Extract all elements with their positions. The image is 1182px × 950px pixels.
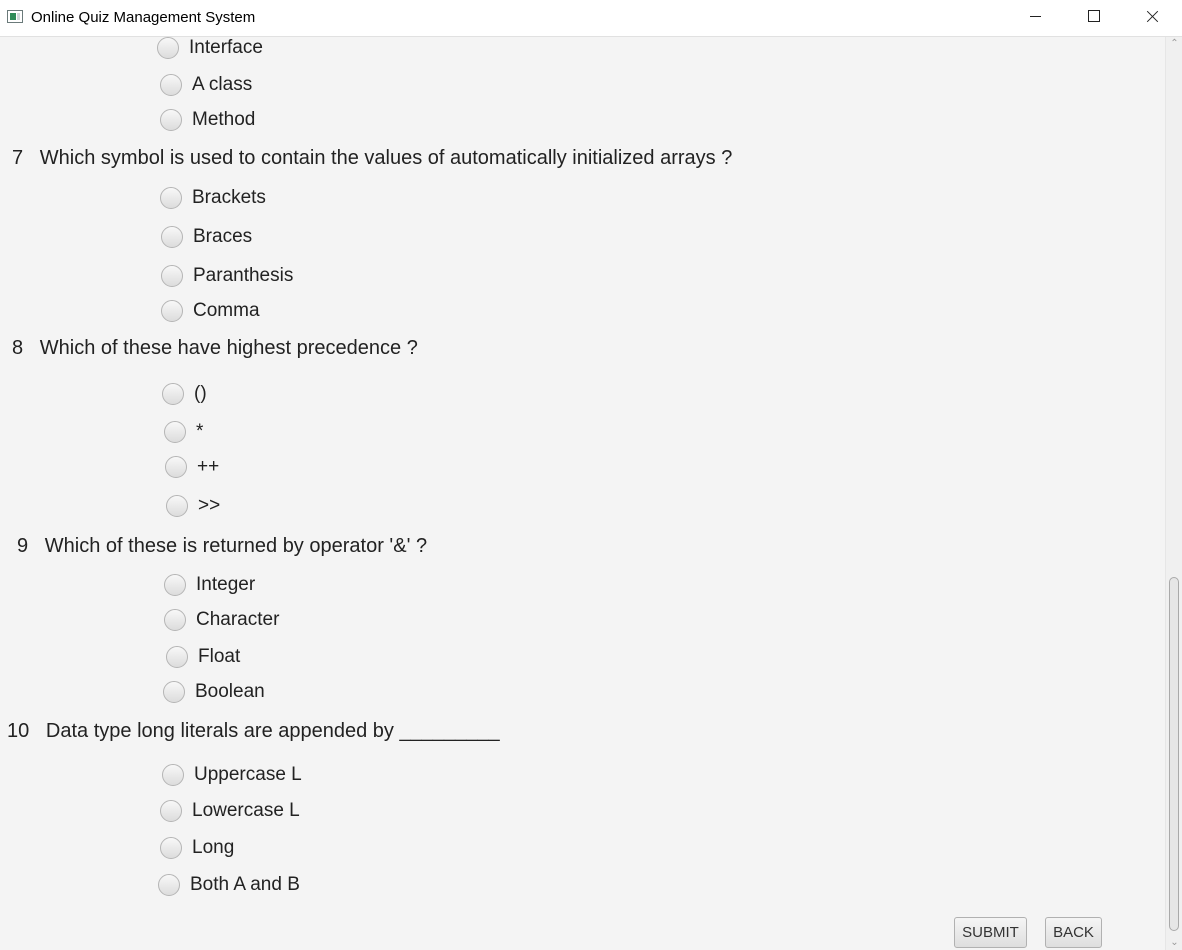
option-q10-uppercase-l[interactable]: Uppercase L bbox=[162, 762, 302, 788]
close-icon[interactable] bbox=[1130, 0, 1176, 35]
question-text: Data type long literals are appended by … bbox=[45, 720, 500, 742]
option-q9-integer[interactable]: Integer bbox=[164, 572, 255, 598]
radio-button[interactable] bbox=[161, 265, 183, 287]
option-q8-increment[interactable]: ++ bbox=[165, 454, 219, 480]
radio-button[interactable] bbox=[162, 764, 184, 786]
option-q8-multiply[interactable]: * bbox=[164, 419, 203, 445]
radio-button[interactable] bbox=[161, 226, 183, 248]
option-q7-paranthesis[interactable]: Paranthesis bbox=[161, 263, 293, 289]
radio-button[interactable] bbox=[161, 300, 183, 322]
option-q9-character[interactable]: Character bbox=[164, 607, 279, 633]
radio-button[interactable] bbox=[160, 74, 182, 96]
app-window: Online Quiz Management System Interface … bbox=[0, 0, 1182, 950]
option-q7-brackets[interactable]: Brackets bbox=[160, 185, 266, 211]
quiz-content: Interface A class Method 7 Which symbol … bbox=[0, 37, 1165, 950]
radio-button[interactable] bbox=[160, 187, 182, 209]
option-q6-a-class[interactable]: A class bbox=[160, 72, 252, 98]
option-q9-float[interactable]: Float bbox=[166, 644, 240, 670]
option-q6-method[interactable]: Method bbox=[160, 107, 255, 133]
title-bar: Online Quiz Management System bbox=[0, 0, 1182, 37]
chevron-down-icon[interactable]: ⌄ bbox=[1166, 936, 1182, 950]
back-button[interactable]: BACK bbox=[1045, 917, 1102, 948]
question-9: 9 Which of these is returned by operator… bbox=[17, 535, 427, 558]
radio-button[interactable] bbox=[160, 109, 182, 131]
question-7: 7 Which symbol is used to contain the va… bbox=[12, 147, 732, 170]
question-text: Which of these have highest precedence ? bbox=[39, 337, 418, 359]
radio-button[interactable] bbox=[163, 681, 185, 703]
question-number: 9 bbox=[17, 535, 29, 557]
radio-button[interactable] bbox=[158, 874, 180, 896]
scrollbar-thumb[interactable] bbox=[1169, 577, 1179, 931]
chevron-up-icon[interactable]: ⌃ bbox=[1166, 37, 1182, 51]
option-q9-boolean[interactable]: Boolean bbox=[163, 679, 265, 705]
question-number: 10 bbox=[7, 720, 30, 742]
option-q8-parentheses[interactable]: () bbox=[162, 381, 207, 407]
window-title: Online Quiz Management System bbox=[31, 9, 256, 26]
minimize-icon[interactable] bbox=[1013, 0, 1059, 35]
app-icon bbox=[7, 10, 23, 23]
radio-button[interactable] bbox=[160, 837, 182, 859]
question-text: Which of these is returned by operator '… bbox=[44, 535, 428, 557]
option-q10-long[interactable]: Long bbox=[160, 835, 234, 861]
submit-button[interactable]: SUBMIT bbox=[954, 917, 1027, 948]
radio-button[interactable] bbox=[164, 421, 186, 443]
maximize-icon[interactable] bbox=[1071, 0, 1117, 35]
radio-button[interactable] bbox=[164, 609, 186, 631]
question-text: Which symbol is used to contain the valu… bbox=[39, 147, 733, 169]
option-q10-both[interactable]: Both A and B bbox=[158, 872, 300, 898]
radio-button[interactable] bbox=[164, 574, 186, 596]
radio-button[interactable] bbox=[165, 456, 187, 478]
option-q7-braces[interactable]: Braces bbox=[161, 224, 252, 250]
question-number: 8 bbox=[12, 337, 24, 359]
radio-button[interactable] bbox=[166, 495, 188, 517]
option-q10-lowercase-l[interactable]: Lowercase L bbox=[160, 798, 300, 824]
radio-button[interactable] bbox=[162, 383, 184, 405]
vertical-scrollbar[interactable]: ⌃ ⌄ bbox=[1165, 37, 1182, 950]
radio-button[interactable] bbox=[166, 646, 188, 668]
option-q6-interface[interactable]: Interface bbox=[157, 35, 263, 61]
radio-button[interactable] bbox=[157, 37, 179, 59]
question-10: 10 Data type long literals are appended … bbox=[7, 720, 500, 743]
option-q8-shift[interactable]: >> bbox=[166, 493, 220, 519]
question-number: 7 bbox=[12, 147, 24, 169]
radio-button[interactable] bbox=[160, 800, 182, 822]
question-8: 8 Which of these have highest precedence… bbox=[12, 337, 418, 360]
option-q7-comma[interactable]: Comma bbox=[161, 298, 260, 324]
